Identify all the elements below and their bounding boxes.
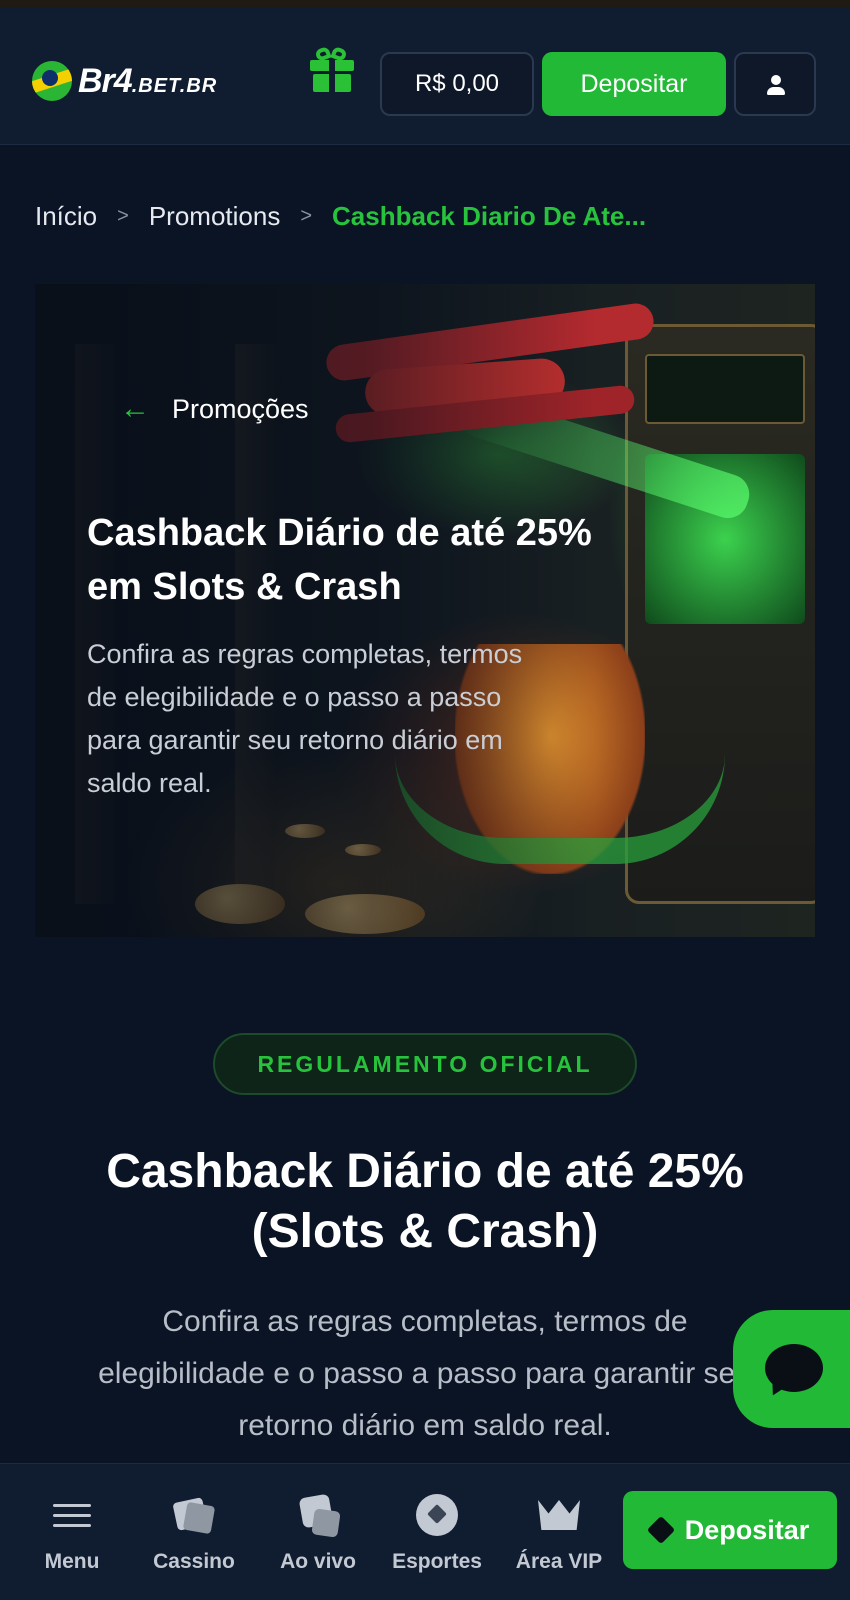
gift-icon[interactable] bbox=[310, 45, 354, 94]
nav-item-ao-vivo[interactable]: Ao vivo bbox=[266, 1493, 370, 1584]
breadcrumb-separator: > bbox=[117, 204, 129, 227]
logo[interactable]: Br4.BET.BR bbox=[32, 56, 217, 106]
soccer-ball-icon bbox=[414, 1494, 460, 1538]
breadcrumb-separator: > bbox=[300, 204, 313, 227]
nav-item-esportes[interactable]: Esportes bbox=[384, 1494, 490, 1584]
nav-item-cassino[interactable]: Cassino bbox=[144, 1494, 244, 1584]
breadcrumb-promotions[interactable]: Promotions bbox=[149, 201, 281, 232]
regulation-badge: REGULAMENTO OFICIAL bbox=[213, 1033, 637, 1095]
regulation-description: Confira as regras completas, termos de e… bbox=[98, 1305, 752, 1442]
diamond-icon bbox=[646, 1515, 675, 1545]
back-to-promotions-link[interactable]: ← Promoções bbox=[120, 392, 309, 426]
chat-button[interactable] bbox=[733, 1310, 850, 1428]
crown-icon bbox=[536, 1494, 582, 1538]
nav-item-area-vip[interactable]: Área VIP bbox=[506, 1494, 612, 1584]
breadcrumb-home[interactable]: Início bbox=[35, 201, 97, 232]
dice-icon bbox=[295, 1493, 341, 1538]
deposit-button[interactable]: Depositar bbox=[542, 52, 726, 116]
deposit-bottom-label: Depositar bbox=[684, 1514, 810, 1545]
hero-description: Confira as regras completas, termos de e… bbox=[87, 639, 523, 798]
logo-text: Br4.BET.BR bbox=[78, 61, 218, 100]
header: Br4.BET.BR R$ 0,00 Depositar bbox=[0, 8, 850, 145]
arrow-left-icon: ← bbox=[120, 392, 150, 425]
menu-icon bbox=[49, 1494, 95, 1538]
logo-ball-icon bbox=[32, 61, 72, 101]
cards-icon bbox=[171, 1494, 217, 1538]
deposit-bottom-button[interactable]: Depositar bbox=[623, 1491, 837, 1569]
user-icon bbox=[771, 75, 781, 85]
balance-display[interactable]: R$ 0,00 bbox=[380, 52, 534, 116]
back-label: Promoções bbox=[172, 393, 309, 424]
breadcrumb-current: Cashback Diario De Ate... bbox=[332, 200, 647, 231]
regulation-title: Cashback Diário de até 25% (Slots & Cras… bbox=[106, 1145, 744, 1258]
user-button[interactable] bbox=[734, 52, 816, 116]
top-strip bbox=[0, 0, 850, 8]
breadcrumb: Início > Promotions > Cashback Diario De… bbox=[35, 196, 646, 236]
nav-item-menu[interactable]: Menu bbox=[30, 1494, 114, 1584]
hero-title: Cashback Diário de até 25% em Slots & Cr… bbox=[87, 512, 592, 608]
